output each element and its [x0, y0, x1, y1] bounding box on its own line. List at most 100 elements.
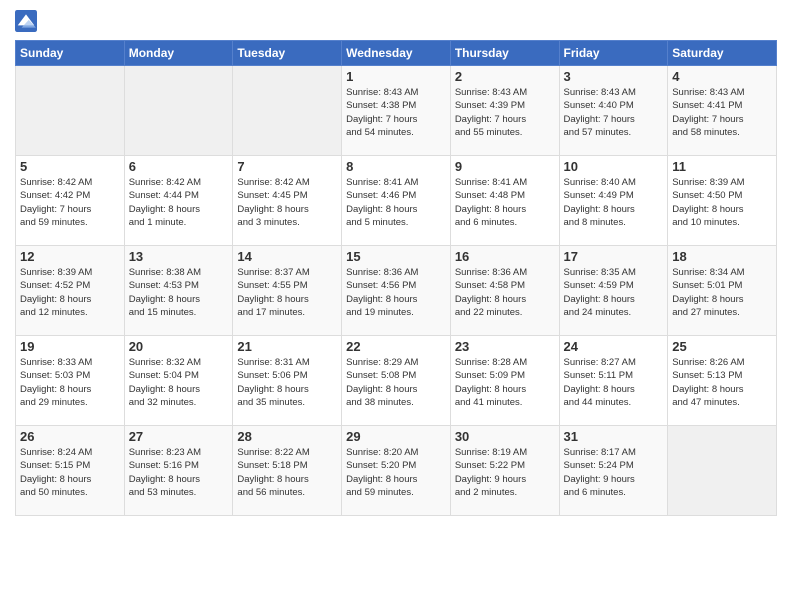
day-info: Sunrise: 8:36 AM Sunset: 4:58 PM Dayligh…	[455, 266, 555, 319]
calendar-cell: 23 Sunrise: 8:28 AM Sunset: 5:09 PM Dayli…	[450, 336, 559, 426]
day-info: Sunrise: 8:36 AM Sunset: 4:56 PM Dayligh…	[346, 266, 446, 319]
day-number: 18	[672, 249, 772, 264]
day-info: Sunrise: 8:19 AM Sunset: 5:22 PM Dayligh…	[455, 446, 555, 499]
weekday-header: Tuesday	[233, 41, 342, 66]
calendar-table: SundayMondayTuesdayWednesdayThursdayFrid…	[15, 40, 777, 516]
day-info: Sunrise: 8:42 AM Sunset: 4:45 PM Dayligh…	[237, 176, 337, 229]
calendar-week-row: 1Sunrise: 8:43 AM Sunset: 4:38 PM Daylig…	[16, 66, 777, 156]
calendar-week-row: 19Sunrise: 8:33 AM Sunset: 5:03 PM Dayli…	[16, 336, 777, 426]
day-info: Sunrise: 8:20 AM Sunset: 5:20 PM Dayligh…	[346, 446, 446, 499]
day-info: Sunrise: 8:43 AM Sunset: 4:41 PM Dayligh…	[672, 86, 772, 139]
day-number: 9	[455, 159, 555, 174]
page: SundayMondayTuesdayWednesdayThursdayFrid…	[0, 0, 792, 526]
header	[15, 10, 777, 32]
day-number: 27	[129, 429, 229, 444]
day-number: 16	[455, 249, 555, 264]
day-info: Sunrise: 8:41 AM Sunset: 4:48 PM Dayligh…	[455, 176, 555, 229]
weekday-header: Monday	[124, 41, 233, 66]
day-number: 28	[237, 429, 337, 444]
day-info: Sunrise: 8:28 AM Sunset: 5:09 PM Dayligh…	[455, 356, 555, 409]
calendar-cell	[233, 66, 342, 156]
day-info: Sunrise: 8:29 AM Sunset: 5:08 PM Dayligh…	[346, 356, 446, 409]
day-number: 19	[20, 339, 120, 354]
calendar-cell: 12 Sunrise: 8:39 AM Sunset: 4:52 PM Dayli…	[16, 246, 125, 336]
day-info: Sunrise: 8:38 AM Sunset: 4:53 PM Dayligh…	[129, 266, 229, 319]
calendar-cell: 5Sunrise: 8:42 AM Sunset: 4:42 PM Daylig…	[16, 156, 125, 246]
calendar-cell: 13 Sunrise: 8:38 AM Sunset: 4:53 PM Dayli…	[124, 246, 233, 336]
day-number: 30	[455, 429, 555, 444]
day-number: 31	[564, 429, 664, 444]
calendar-cell: 24 Sunrise: 8:27 AM Sunset: 5:11 PM Dayli…	[559, 336, 668, 426]
day-info: Sunrise: 8:27 AM Sunset: 5:11 PM Dayligh…	[564, 356, 664, 409]
calendar-cell: 18Sunrise: 8:34 AM Sunset: 5:01 PM Dayli…	[668, 246, 777, 336]
day-number: 29	[346, 429, 446, 444]
weekday-header: Wednesday	[342, 41, 451, 66]
day-info: Sunrise: 8:42 AM Sunset: 4:44 PM Dayligh…	[129, 176, 229, 229]
day-info: Sunrise: 8:17 AM Sunset: 5:24 PM Dayligh…	[564, 446, 664, 499]
weekday-header: Saturday	[668, 41, 777, 66]
header-row: SundayMondayTuesdayWednesdayThursdayFrid…	[16, 41, 777, 66]
calendar-cell: 1Sunrise: 8:43 AM Sunset: 4:38 PM Daylig…	[342, 66, 451, 156]
calendar-week-row: 5Sunrise: 8:42 AM Sunset: 4:42 PM Daylig…	[16, 156, 777, 246]
day-info: Sunrise: 8:41 AM Sunset: 4:46 PM Dayligh…	[346, 176, 446, 229]
calendar-cell: 28Sunrise: 8:22 AM Sunset: 5:18 PM Dayli…	[233, 426, 342, 516]
day-info: Sunrise: 8:39 AM Sunset: 4:50 PM Dayligh…	[672, 176, 772, 229]
calendar-cell: 4 Sunrise: 8:43 AM Sunset: 4:41 PM Daylig…	[668, 66, 777, 156]
calendar-cell: 29 Sunrise: 8:20 AM Sunset: 5:20 PM Dayli…	[342, 426, 451, 516]
calendar-cell: 2 Sunrise: 8:43 AM Sunset: 4:39 PM Daylig…	[450, 66, 559, 156]
day-number: 12	[20, 249, 120, 264]
calendar-cell: 21 Sunrise: 8:31 AM Sunset: 5:06 PM Dayli…	[233, 336, 342, 426]
day-number: 4	[672, 69, 772, 84]
day-number: 3	[564, 69, 664, 84]
calendar-cell: 14 Sunrise: 8:37 AM Sunset: 4:55 PM Dayli…	[233, 246, 342, 336]
weekday-header: Sunday	[16, 41, 125, 66]
calendar-cell	[668, 426, 777, 516]
day-number: 14	[237, 249, 337, 264]
calendar-cell	[124, 66, 233, 156]
calendar-cell: 8Sunrise: 8:41 AM Sunset: 4:46 PM Daylig…	[342, 156, 451, 246]
calendar-cell	[16, 66, 125, 156]
day-number: 7	[237, 159, 337, 174]
calendar-cell: 15Sunrise: 8:36 AM Sunset: 4:56 PM Dayli…	[342, 246, 451, 336]
day-number: 13	[129, 249, 229, 264]
logo	[15, 10, 41, 32]
calendar-cell: 16 Sunrise: 8:36 AM Sunset: 4:58 PM Dayli…	[450, 246, 559, 336]
day-info: Sunrise: 8:43 AM Sunset: 4:39 PM Dayligh…	[455, 86, 555, 139]
calendar-cell: 9 Sunrise: 8:41 AM Sunset: 4:48 PM Daylig…	[450, 156, 559, 246]
day-number: 20	[129, 339, 229, 354]
day-info: Sunrise: 8:42 AM Sunset: 4:42 PM Dayligh…	[20, 176, 120, 229]
calendar-week-row: 12 Sunrise: 8:39 AM Sunset: 4:52 PM Dayli…	[16, 246, 777, 336]
calendar-cell: 26 Sunrise: 8:24 AM Sunset: 5:15 PM Dayli…	[16, 426, 125, 516]
weekday-header: Friday	[559, 41, 668, 66]
day-info: Sunrise: 8:32 AM Sunset: 5:04 PM Dayligh…	[129, 356, 229, 409]
day-number: 26	[20, 429, 120, 444]
day-info: Sunrise: 8:24 AM Sunset: 5:15 PM Dayligh…	[20, 446, 120, 499]
calendar-cell: 30 Sunrise: 8:19 AM Sunset: 5:22 PM Dayli…	[450, 426, 559, 516]
day-info: Sunrise: 8:31 AM Sunset: 5:06 PM Dayligh…	[237, 356, 337, 409]
calendar-cell: 11 Sunrise: 8:39 AM Sunset: 4:50 PM Dayli…	[668, 156, 777, 246]
day-number: 11	[672, 159, 772, 174]
day-number: 17	[564, 249, 664, 264]
calendar-cell: 27 Sunrise: 8:23 AM Sunset: 5:16 PM Dayli…	[124, 426, 233, 516]
day-number: 24	[564, 339, 664, 354]
calendar-cell: 6 Sunrise: 8:42 AM Sunset: 4:44 PM Daylig…	[124, 156, 233, 246]
logo-icon	[15, 10, 37, 32]
day-info: Sunrise: 8:26 AM Sunset: 5:13 PM Dayligh…	[672, 356, 772, 409]
day-number: 23	[455, 339, 555, 354]
calendar-cell: 31 Sunrise: 8:17 AM Sunset: 5:24 PM Dayli…	[559, 426, 668, 516]
calendar-week-row: 26 Sunrise: 8:24 AM Sunset: 5:15 PM Dayli…	[16, 426, 777, 516]
weekday-header: Thursday	[450, 41, 559, 66]
day-number: 21	[237, 339, 337, 354]
day-number: 2	[455, 69, 555, 84]
calendar-cell: 17 Sunrise: 8:35 AM Sunset: 4:59 PM Dayli…	[559, 246, 668, 336]
calendar-cell: 7 Sunrise: 8:42 AM Sunset: 4:45 PM Daylig…	[233, 156, 342, 246]
day-info: Sunrise: 8:43 AM Sunset: 4:40 PM Dayligh…	[564, 86, 664, 139]
day-info: Sunrise: 8:35 AM Sunset: 4:59 PM Dayligh…	[564, 266, 664, 319]
day-info: Sunrise: 8:39 AM Sunset: 4:52 PM Dayligh…	[20, 266, 120, 319]
calendar-cell: 19Sunrise: 8:33 AM Sunset: 5:03 PM Dayli…	[16, 336, 125, 426]
day-info: Sunrise: 8:37 AM Sunset: 4:55 PM Dayligh…	[237, 266, 337, 319]
day-info: Sunrise: 8:43 AM Sunset: 4:38 PM Dayligh…	[346, 86, 446, 139]
day-info: Sunrise: 8:23 AM Sunset: 5:16 PM Dayligh…	[129, 446, 229, 499]
day-number: 6	[129, 159, 229, 174]
day-number: 25	[672, 339, 772, 354]
